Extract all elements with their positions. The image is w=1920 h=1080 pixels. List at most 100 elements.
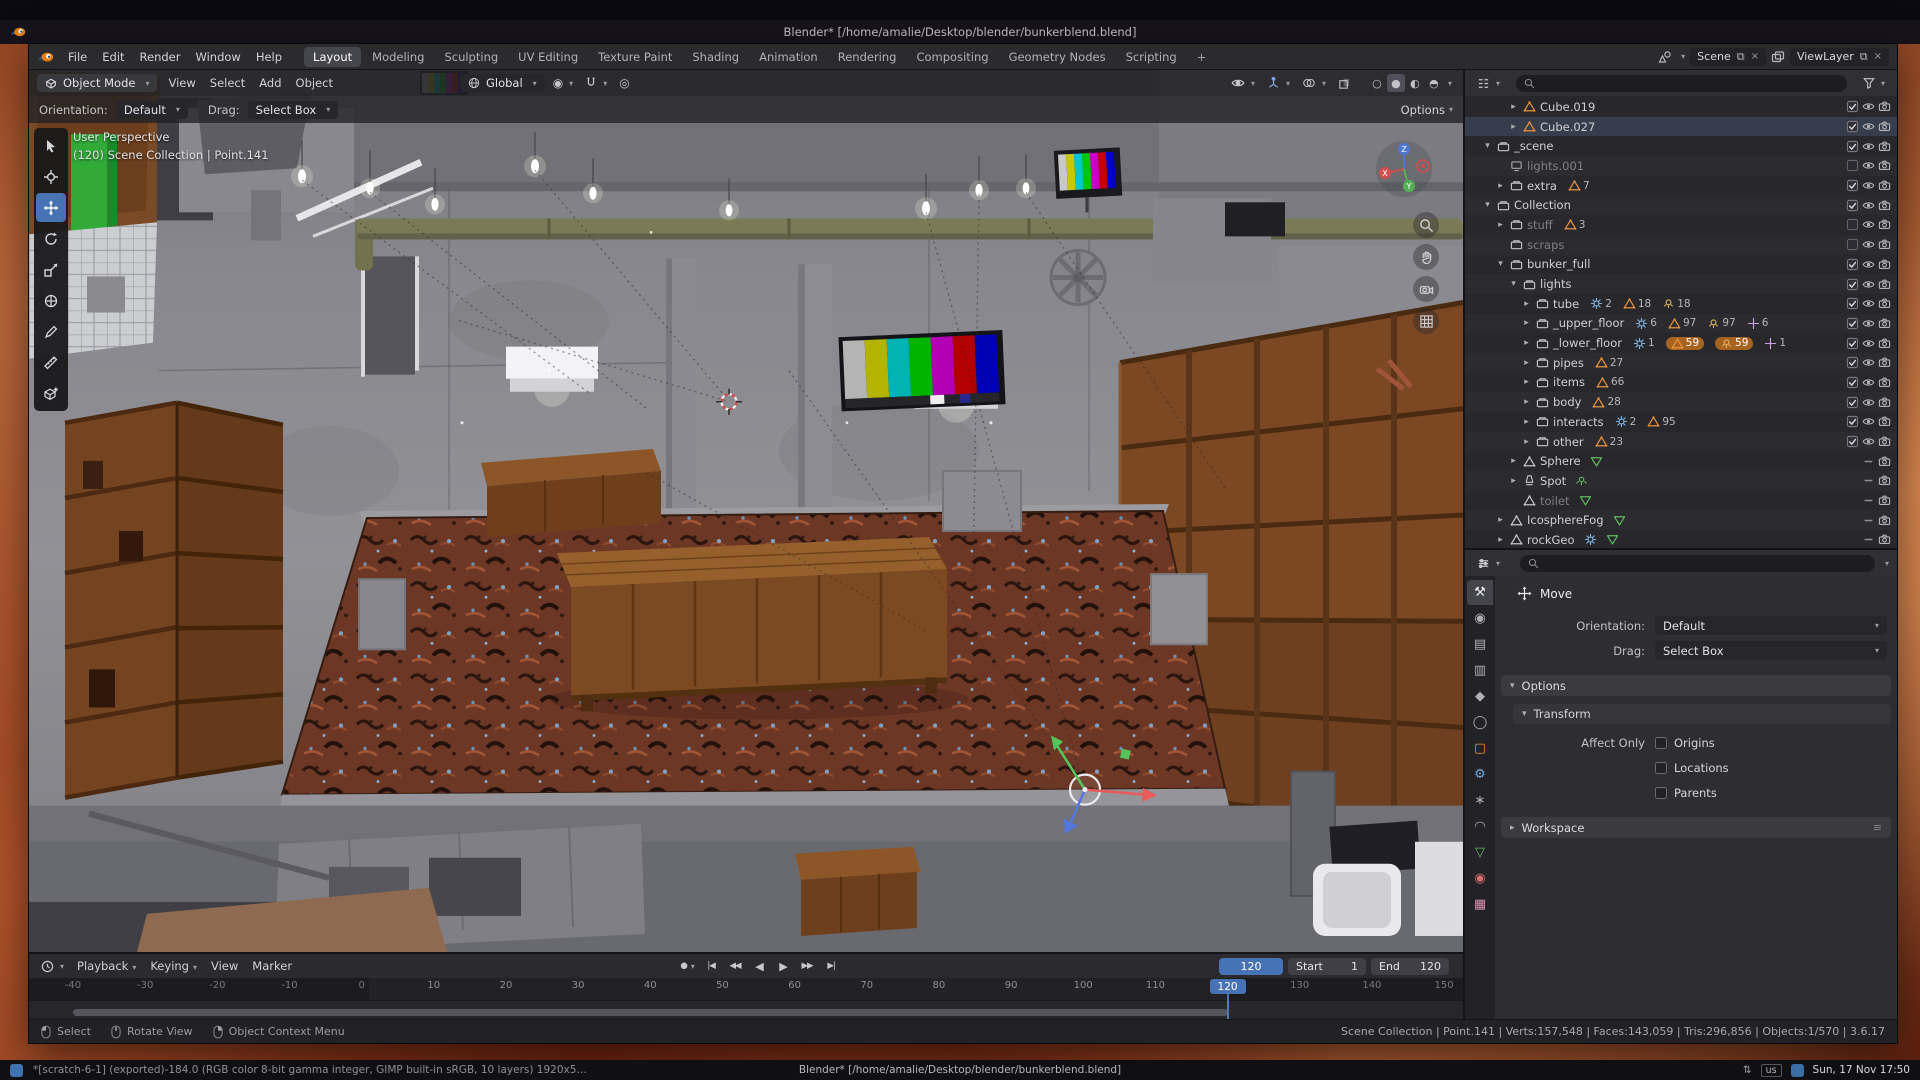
cursor-tool-button[interactable] (36, 162, 66, 191)
disable-render-toggle[interactable] (1878, 435, 1891, 448)
disable-render-toggle[interactable] (1878, 415, 1891, 428)
hide-viewport-toggle[interactable] (1862, 218, 1875, 231)
disable-render-toggle[interactable] (1878, 100, 1891, 113)
chat-tray-icon[interactable] (1791, 1064, 1804, 1077)
outliner-row[interactable]: ▸stuff3 (1465, 215, 1897, 235)
object-tab[interactable]: ▢ (1467, 736, 1493, 761)
show-gizmo-eye-button[interactable]: ▾ (1227, 74, 1259, 92)
tab-animation[interactable]: Animation (750, 47, 827, 67)
hide-viewport-toggle[interactable] (1862, 278, 1875, 291)
expand-arrow[interactable]: ▸ (1495, 535, 1506, 545)
physics-tab[interactable]: ◠ (1467, 814, 1493, 839)
hide-viewport-toggle[interactable] (1862, 120, 1875, 133)
blender-menu-logo-icon[interactable] (37, 50, 54, 63)
expand-arrow[interactable]: ▾ (1508, 279, 1519, 289)
taskbar-clock[interactable]: Sun, 17 Nov 17:50 (1813, 1064, 1910, 1076)
expand-arrow[interactable]: ▾ (1482, 141, 1493, 151)
selectability-dash[interactable] (1862, 494, 1875, 507)
outliner-search-input[interactable] (1516, 75, 1847, 92)
disable-render-toggle[interactable] (1878, 356, 1891, 369)
view-layer-icon[interactable] (1771, 50, 1785, 64)
expand-arrow[interactable]: ▸ (1508, 456, 1519, 466)
drag-dropdown[interactable]: Select Box ▾ (248, 101, 339, 119)
expand-arrow[interactable]: ▸ (1495, 181, 1506, 191)
overlays-button[interactable]: ▾ (1298, 74, 1330, 92)
menu-help[interactable]: Help (249, 48, 289, 66)
expand-arrow[interactable]: ▸ (1508, 102, 1519, 112)
outliner-row[interactable]: ▾Collection (1465, 195, 1897, 215)
disable-render-toggle[interactable] (1878, 533, 1891, 546)
checkbox-toggle[interactable] (1846, 100, 1859, 113)
locations-checkbox[interactable] (1655, 762, 1667, 774)
checkbox-toggle[interactable] (1846, 297, 1859, 310)
disable-render-toggle[interactable] (1878, 258, 1891, 271)
current-frame-field[interactable]: 120 (1219, 958, 1283, 975)
hide-viewport-toggle[interactable] (1862, 159, 1875, 172)
outliner-row[interactable]: ▸interacts295 (1465, 412, 1897, 432)
checkbox-toggle[interactable] (1846, 356, 1859, 369)
checkbox-toggle[interactable] (1846, 140, 1859, 153)
measure-tool-button[interactable] (36, 348, 66, 377)
select-box-tool-button[interactable] (36, 131, 66, 160)
properties-editor-type-icon[interactable]: ▾ (1473, 555, 1504, 572)
selectability-dash[interactable] (1862, 514, 1875, 527)
timeline-menu-keying[interactable]: Keying▾ (143, 957, 204, 975)
tab-rendering[interactable]: Rendering (829, 47, 906, 67)
disable-render-toggle[interactable] (1878, 179, 1891, 192)
workspace-panel-header[interactable]: ▸ Workspace ≡ (1501, 817, 1891, 838)
menu-file[interactable]: File (61, 48, 94, 66)
expand-arrow[interactable]: ▸ (1508, 476, 1519, 486)
tab-texture-paint[interactable]: Texture Paint (589, 47, 681, 67)
disable-render-toggle[interactable] (1878, 278, 1891, 291)
disable-render-toggle[interactable] (1878, 376, 1891, 389)
hide-viewport-toggle[interactable] (1862, 356, 1875, 369)
playhead-frame-badge[interactable]: 120 (1210, 979, 1246, 994)
modifiers-tab[interactable]: ⚙ (1467, 762, 1493, 787)
shading-rendered-button[interactable]: ◓ (1425, 74, 1443, 92)
outliner-row[interactable]: ▾lights (1465, 274, 1897, 294)
expand-arrow[interactable]: ▸ (1521, 437, 1532, 447)
timeline-ruler[interactable]: -40-30-20-100102030405060708090100110120… (29, 978, 1463, 1019)
outliner-row[interactable]: ▸other23 (1465, 432, 1897, 452)
properties-search-input[interactable] (1520, 555, 1875, 572)
tab-uv-editing[interactable]: UV Editing (509, 47, 587, 67)
move-tool-button[interactable] (36, 193, 66, 222)
outliner-editor-type-icon[interactable]: ▾ (1473, 75, 1504, 92)
checkbox-toggle[interactable] (1846, 179, 1859, 192)
checkbox-toggle[interactable] (1846, 258, 1859, 271)
menu-window[interactable]: Window (188, 48, 247, 66)
tab-compositing[interactable]: Compositing (907, 47, 997, 67)
checkbox-toggle[interactable] (1846, 435, 1859, 448)
viewport-menu-add[interactable]: Add (252, 74, 288, 92)
timeline-scrollbar[interactable] (73, 1009, 1228, 1016)
keyboard-layout-indicator[interactable]: us (1761, 1064, 1782, 1077)
remove-view-layer-icon[interactable]: × (1874, 51, 1882, 62)
checkbox-toggle[interactable] (1846, 415, 1859, 428)
pan-hand-icon[interactable] (1413, 244, 1439, 270)
annotate-tool-button[interactable] (36, 317, 66, 346)
checkbox-toggle[interactable] (1846, 199, 1859, 212)
render-tab[interactable]: ◉ (1467, 606, 1493, 631)
viewport-menu-select[interactable]: Select (203, 74, 252, 92)
checkbox-toggle[interactable] (1846, 218, 1859, 231)
timeline-menu-marker[interactable]: Marker (245, 957, 299, 975)
transform-tool-button[interactable] (36, 286, 66, 315)
expand-arrow[interactable]: ▾ (1495, 259, 1506, 269)
checkbox-toggle[interactable] (1846, 238, 1859, 251)
outliner-row[interactable]: lights.001 (1465, 156, 1897, 176)
prev-keyframe-button[interactable]: ◀◀ (724, 957, 746, 975)
tab-scripting[interactable]: Scripting (1117, 47, 1186, 67)
outliner-row[interactable]: ▸Sphere (1465, 451, 1897, 471)
frame-start-field[interactable]: Start 1 (1288, 958, 1366, 975)
rotate-tool-button[interactable] (36, 224, 66, 253)
xray-toggle-button[interactable] (1334, 75, 1355, 92)
hide-viewport-toggle[interactable] (1862, 140, 1875, 153)
add-workspace-button[interactable]: + (1188, 47, 1216, 67)
tab-layout[interactable]: Layout (304, 47, 361, 67)
disable-render-toggle[interactable] (1878, 238, 1891, 251)
viewport-menu-object[interactable]: Object (289, 74, 340, 92)
scale-tool-button[interactable] (36, 255, 66, 284)
outliner-row[interactable]: ▸_upper_floor697976 (1465, 314, 1897, 334)
expand-arrow[interactable]: ▸ (1521, 299, 1532, 309)
outliner-row[interactable]: ▸body28 (1465, 392, 1897, 412)
